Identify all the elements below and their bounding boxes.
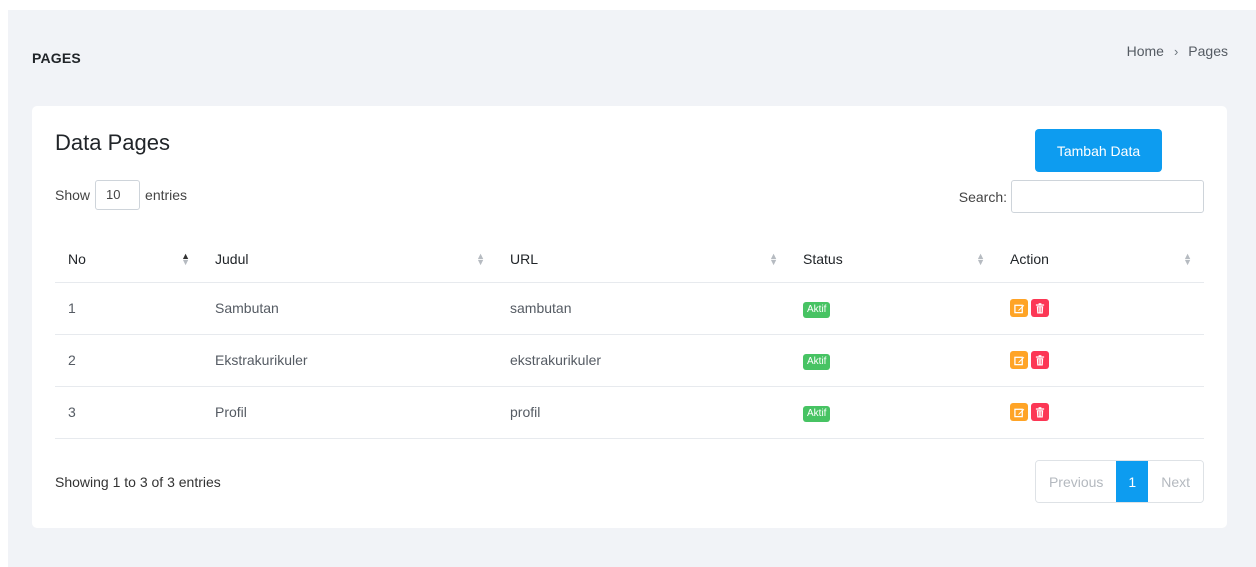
pages-table: No ▲ ▼ Judul ▲ ▼ URL ▲ ▼ Status ▲ ▼ Acti… bbox=[55, 236, 1204, 439]
table-row: 3 Profil profil Aktif bbox=[55, 386, 1204, 439]
table-info: Showing 1 to 3 of 3 entries bbox=[55, 474, 221, 490]
cell-no: 3 bbox=[55, 386, 202, 439]
delete-button[interactable] bbox=[1031, 403, 1049, 422]
edit-button[interactable] bbox=[1010, 351, 1028, 370]
cell-action bbox=[997, 386, 1204, 439]
cell-status: Aktif bbox=[790, 386, 997, 439]
entries-length-control: Show 10 entries bbox=[55, 180, 187, 210]
cell-action bbox=[997, 334, 1204, 387]
cell-judul: Sambutan bbox=[202, 282, 497, 335]
trash-icon bbox=[1035, 354, 1045, 366]
page-title: PAGES bbox=[32, 50, 81, 66]
next-page-button[interactable]: Next bbox=[1148, 461, 1203, 502]
breadcrumb-home[interactable]: Home bbox=[1127, 43, 1164, 59]
column-header-no[interactable]: No ▲ ▼ bbox=[55, 236, 202, 283]
search-label: Search: bbox=[958, 188, 1007, 205]
sort-icon: ▲ ▼ bbox=[976, 250, 985, 267]
edit-icon bbox=[1013, 356, 1024, 365]
sort-icon: ▲ ▼ bbox=[1183, 250, 1192, 267]
page-background: PAGES Home › Pages Data Pages Tambah Dat… bbox=[8, 10, 1256, 567]
edit-button[interactable] bbox=[1010, 403, 1028, 422]
table-header-row: No ▲ ▼ Judul ▲ ▼ URL ▲ ▼ Status ▲ ▼ Acti… bbox=[55, 236, 1204, 283]
add-data-button[interactable]: Tambah Data bbox=[1035, 129, 1162, 172]
sort-icon: ▲ ▼ bbox=[181, 250, 190, 267]
show-label: Show bbox=[55, 187, 91, 203]
cell-judul: Ekstrakurikuler bbox=[202, 334, 497, 387]
trash-icon bbox=[1035, 406, 1045, 418]
entries-label: entries bbox=[145, 187, 188, 203]
pagination: Previous 1 Next bbox=[1034, 460, 1204, 503]
cell-status: Aktif bbox=[790, 334, 997, 387]
breadcrumb-current: Pages bbox=[1188, 43, 1228, 59]
cell-judul: Profil bbox=[202, 386, 497, 439]
status-badge: Aktif bbox=[803, 301, 831, 318]
entries-select[interactable]: 10 bbox=[95, 180, 141, 210]
delete-button[interactable] bbox=[1031, 351, 1049, 370]
cell-action bbox=[997, 282, 1204, 335]
status-badge: Aktif bbox=[803, 353, 831, 370]
status-badge: Aktif bbox=[803, 405, 831, 422]
edit-icon bbox=[1013, 408, 1024, 417]
cell-url: ekstrakurikuler bbox=[497, 334, 790, 387]
breadcrumb: Home › Pages bbox=[1127, 43, 1228, 59]
column-header-url[interactable]: URL ▲ ▼ bbox=[497, 236, 790, 283]
search-input[interactable] bbox=[1011, 180, 1204, 213]
cell-no: 2 bbox=[55, 334, 202, 387]
sort-icon: ▲ ▼ bbox=[476, 250, 485, 267]
cell-url: sambutan bbox=[497, 282, 790, 335]
breadcrumb-separator: › bbox=[1173, 43, 1179, 59]
edit-button[interactable] bbox=[1010, 299, 1028, 318]
column-header-status[interactable]: Status ▲ ▼ bbox=[790, 236, 997, 283]
search-control: Search: bbox=[959, 180, 1204, 213]
sort-icon: ▲ ▼ bbox=[769, 250, 778, 267]
table-row: 2 Ekstrakurikuler ekstrakurikuler Aktif bbox=[55, 334, 1204, 387]
edit-icon bbox=[1013, 304, 1024, 313]
delete-button[interactable] bbox=[1031, 299, 1049, 318]
column-header-judul[interactable]: Judul ▲ ▼ bbox=[202, 236, 497, 283]
card-title: Data Pages bbox=[55, 130, 170, 155]
cell-url: profil bbox=[497, 386, 790, 439]
previous-page-button[interactable]: Previous bbox=[1035, 461, 1117, 502]
cell-no: 1 bbox=[55, 282, 202, 335]
cell-status: Aktif bbox=[790, 282, 997, 335]
trash-icon bbox=[1035, 302, 1045, 314]
data-card: Data Pages Tambah Data Show 10 entries S… bbox=[32, 106, 1227, 528]
table-row: 1 Sambutan sambutan Aktif bbox=[55, 282, 1204, 335]
page-1-button[interactable]: 1 bbox=[1116, 461, 1149, 502]
column-header-action[interactable]: Action ▲ ▼ bbox=[997, 236, 1204, 283]
